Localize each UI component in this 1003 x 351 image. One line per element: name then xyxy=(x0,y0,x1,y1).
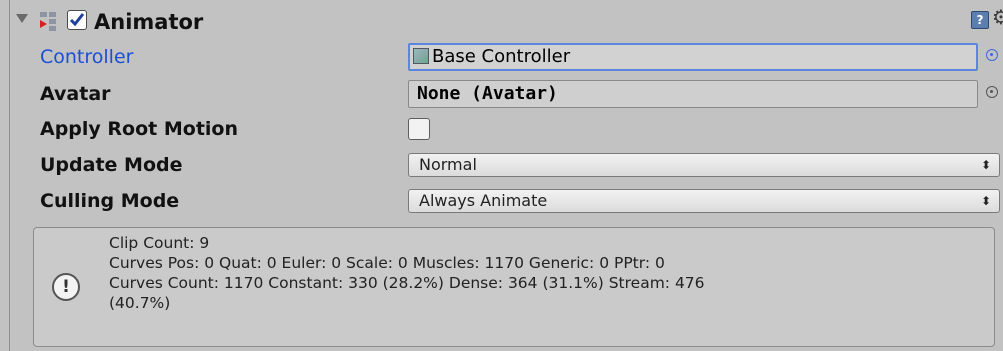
foldout-arrow-icon[interactable] xyxy=(16,14,28,23)
dropdown-arrows-icon: ⬍ xyxy=(980,158,991,172)
info-helpbox: ! Clip Count: 9 Curves Pos: 0 Quat: 0 Eu… xyxy=(33,227,995,347)
curves-breakdown-text: Curves Pos: 0 Quat: 0 Euler: 0 Scale: 0 … xyxy=(109,254,665,272)
culling-mode-dropdown[interactable]: Always Animate ⬍ xyxy=(408,189,1000,213)
controller-value: Base Controller xyxy=(432,46,571,67)
curves-count-text: Curves Count: 1170 Constant: 330 (28.2%)… xyxy=(109,274,705,292)
controller-object-picker-icon[interactable] xyxy=(986,49,998,61)
clip-count-text: Clip Count: 9 xyxy=(109,234,210,252)
culling-mode-value: Always Animate xyxy=(419,191,548,210)
apply-root-motion-label: Apply Root Motion xyxy=(40,118,238,140)
animator-component-icon xyxy=(40,12,56,31)
info-text: Clip Count: 9 Curves Pos: 0 Quat: 0 Eule… xyxy=(109,233,979,313)
apply-root-motion-row: Apply Root Motion xyxy=(40,115,1003,145)
culling-mode-row: Culling Mode Always Animate ⬍ xyxy=(40,187,1003,217)
avatar-object-picker-icon[interactable] xyxy=(986,86,998,98)
info-exclamation-icon: ! xyxy=(52,273,80,301)
avatar-row: Avatar None (Avatar) xyxy=(40,80,1003,110)
left-border xyxy=(0,0,10,351)
update-mode-row: Update Mode Normal ⬍ xyxy=(40,151,1003,181)
update-mode-value: Normal xyxy=(419,155,477,174)
curves-count-text-continued: (40.7%) xyxy=(109,294,171,312)
avatar-field[interactable]: None (Avatar) xyxy=(408,80,978,108)
update-mode-label: Update Mode xyxy=(40,154,183,176)
component-enabled-checkbox[interactable] xyxy=(67,10,87,30)
controller-field[interactable]: Base Controller xyxy=(408,43,978,71)
help-book-icon[interactable]: ? xyxy=(971,11,989,29)
controller-row: Controller Base Controller xyxy=(40,43,1003,73)
gear-icon[interactable]: ⚙ xyxy=(992,5,1003,29)
component-title: Animator xyxy=(94,10,204,34)
apply-root-motion-checkbox[interactable] xyxy=(408,118,430,140)
dropdown-arrows-icon: ⬍ xyxy=(980,194,991,208)
culling-mode-label: Culling Mode xyxy=(40,190,180,212)
animator-controller-icon xyxy=(413,48,429,64)
update-mode-dropdown[interactable]: Normal ⬍ xyxy=(408,153,1000,177)
avatar-label: Avatar xyxy=(40,83,111,105)
checkmark-icon xyxy=(69,13,85,27)
controller-label: Controller xyxy=(40,46,134,68)
